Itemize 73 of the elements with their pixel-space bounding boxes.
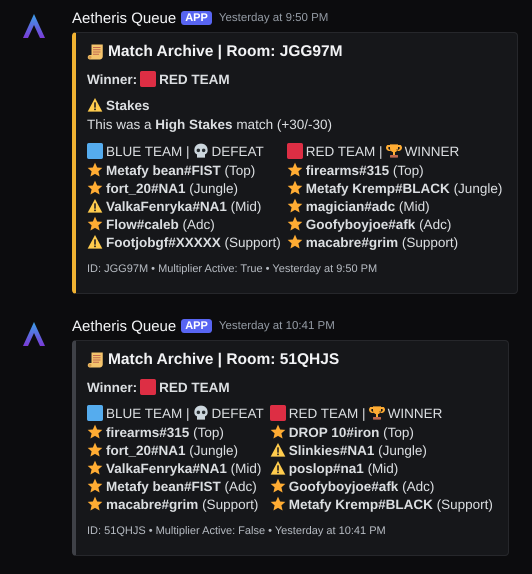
warning-icon — [270, 442, 286, 458]
player-entry: ValkaFenryka#NA1 (Mid) — [106, 198, 262, 214]
team-label: BLUE TEAM | — [106, 406, 190, 420]
player-entry: Footjobgf#XXXXX (Support) — [106, 234, 281, 250]
star-icon — [87, 424, 103, 440]
player-entry: macabre#grim (Support) — [306, 234, 458, 250]
star-icon — [87, 442, 103, 458]
star-icon — [286, 234, 303, 250]
stakes-title: Stakes — [106, 98, 150, 112]
star-icon — [87, 460, 103, 476]
star-icon — [87, 162, 103, 178]
app-badge: APP — [181, 319, 212, 333]
stakes-text: This was a High Stakes match (+30/-30) — [87, 116, 333, 134]
star-icon — [286, 162, 303, 178]
star-icon — [87, 180, 103, 196]
star-icon — [286, 180, 303, 196]
star-icon — [87, 216, 103, 232]
player-entry: fort_20#NA1 (Jungle) — [106, 180, 238, 196]
scroll-icon — [87, 43, 105, 61]
trophy-icon — [386, 143, 402, 159]
team-label: RED TEAM | — [288, 406, 366, 420]
winner-team: RED TEAM — [159, 380, 230, 394]
timestamp: Yesterday at 9:50 PM — [218, 12, 328, 24]
embed-footer: ID: 51QHJS • Multiplier Active: False • Yesterday at 10:41 PM — [87, 525, 493, 537]
warning-icon — [87, 198, 103, 214]
warning-icon — [270, 460, 286, 476]
star-icon — [270, 424, 286, 440]
skull-icon — [192, 405, 209, 421]
player-entry: Metafy Kremp#BLACK (Support) — [288, 496, 493, 512]
embed-title: Match Archive | Room: JGG97M — [108, 43, 343, 61]
player-entry: DROP 10#iron (Top) — [288, 424, 414, 440]
author-name[interactable]: Aetheris Queue — [72, 10, 176, 26]
scroll-icon — [87, 351, 105, 369]
star-icon — [87, 478, 103, 494]
player-entry: Metafy bean#FIST (Top) — [106, 162, 256, 178]
star-icon — [286, 216, 303, 232]
player-entry: Flow#caleb (Adc) — [106, 216, 215, 232]
timestamp: Yesterday at 10:41 PM — [218, 320, 335, 332]
team-label: RED TEAM | — [306, 144, 383, 158]
winner-label: Winner: — [87, 72, 138, 86]
winner-team: RED TEAM — [159, 72, 230, 86]
warning-icon — [87, 97, 103, 113]
warning-icon — [87, 234, 103, 250]
team-result: DEFEAT — [212, 406, 264, 420]
logo-icon — [20, 320, 48, 348]
star-icon — [286, 198, 303, 214]
player-entry: Metafy bean#FIST (Adc) — [106, 478, 257, 494]
author-name[interactable]: Aetheris Queue — [72, 318, 176, 334]
player-entry: Goofyboyjoe#afk (Adc) — [288, 478, 434, 494]
player-entry: Slinkies#NA1 (Jungle) — [288, 442, 427, 458]
embed-footer: ID: JGG97M • Multiplier Active: True • Yesterday at 9:50 PM — [87, 263, 502, 275]
app-badge: APP — [181, 11, 212, 25]
star-icon — [270, 496, 286, 512]
team-result: DEFEAT — [212, 144, 264, 158]
embed-title: Match Archive | Room: 51QHJS — [108, 351, 340, 369]
player-entry: fort_20#NA1 (Jungle) — [106, 442, 238, 458]
player-entry: firearms#315 (Top) — [106, 424, 224, 440]
logo-icon — [20, 12, 48, 40]
player-entry: macabre#grim (Support) — [106, 496, 258, 512]
player-entry: magician#adc (Mid) — [306, 198, 430, 214]
winner-label: Winner: — [87, 380, 138, 394]
player-entry: Metafy Kremp#BLACK (Jungle) — [306, 180, 502, 196]
player-entry: ValkaFenryka#NA1 (Mid) — [106, 460, 262, 476]
team-result: WINNER — [388, 406, 442, 420]
star-icon — [270, 478, 286, 494]
star-icon — [87, 496, 103, 512]
skull-icon — [192, 143, 209, 159]
team-result: WINNER — [404, 144, 460, 158]
player-entry: Goofyboyjoe#afk (Adc) — [306, 216, 452, 232]
player-entry: poslop#na1 (Mid) — [288, 460, 398, 476]
trophy-icon — [368, 405, 385, 421]
player-entry: firearms#315 (Top) — [306, 162, 424, 178]
team-label: BLUE TEAM | — [106, 144, 190, 158]
